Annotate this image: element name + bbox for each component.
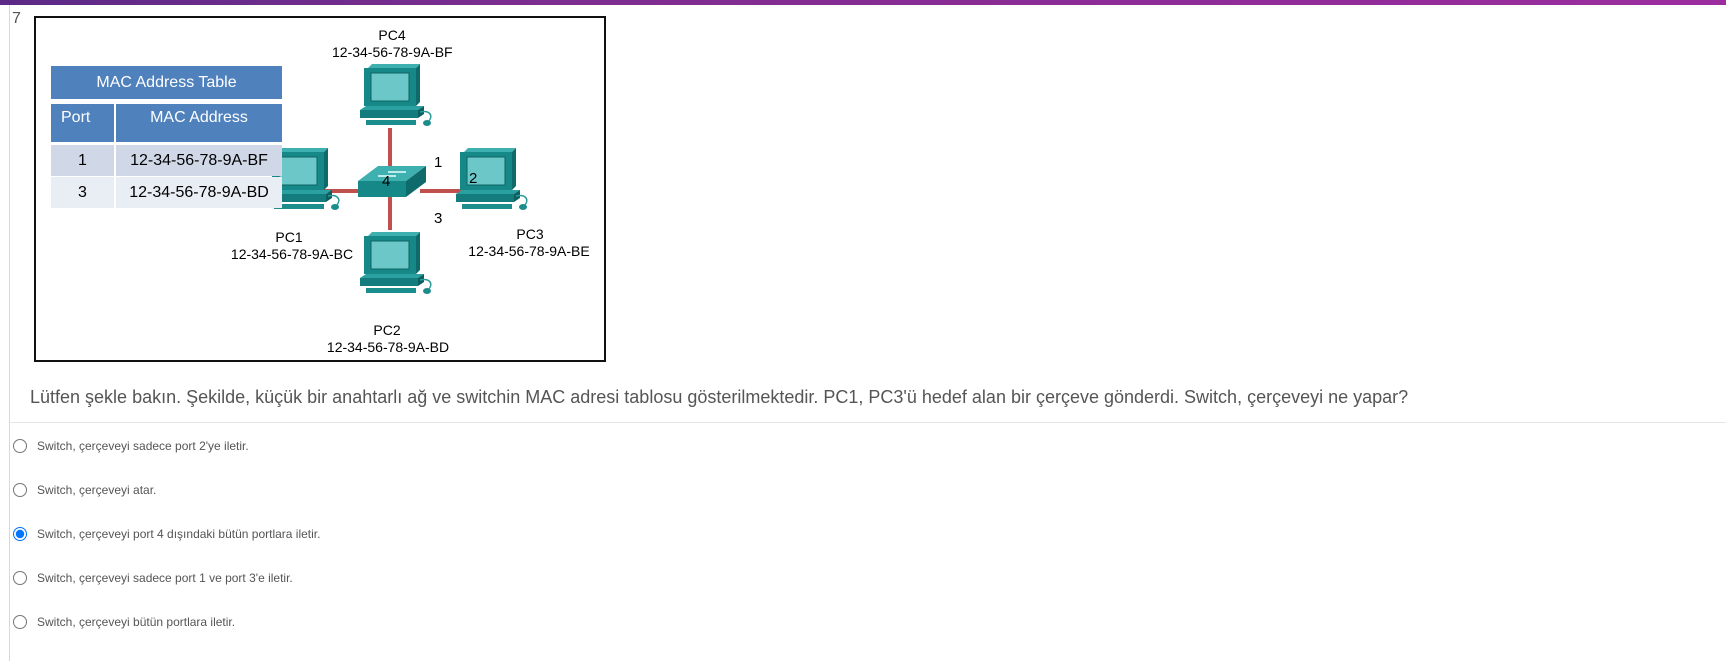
pc1-name: PC1 [275,229,303,245]
pc3-icon [455,147,528,211]
answer-label[interactable]: Switch, çerçeveyi sadece port 2'ye ileti… [37,439,249,453]
answer-option[interactable]: Switch, çerçeveyi bütün portlara iletir. [13,612,235,632]
pc2-mac: 12-34-56-78-9A-BD [326,339,450,355]
pc4-icon [359,63,432,127]
port-label-3: 3 [434,210,443,227]
answer-label[interactable]: Switch, çerçeveyi sadece port 1 ve port … [37,571,293,585]
port-label-2: 2 [469,170,478,187]
port-label-1: 1 [434,154,443,171]
network-figure: MAC Address Table Port MAC Address 1 12-… [34,16,606,362]
answer-option[interactable]: Switch, çerçeveyi atar. [13,480,156,500]
left-border-line [9,5,10,661]
pc1-mac: 12-34-56-78-9A-BC [230,246,354,262]
answer-radio[interactable] [13,615,27,629]
mac-table-title: MAC Address Table [51,66,282,101]
port-label-4: 4 [382,173,391,190]
pc3-mac: 12-34-56-78-9A-BE [468,243,590,259]
answer-radio[interactable] [13,527,27,541]
mac-table-cell-port: 3 [51,177,114,208]
answer-option[interactable]: Switch, çerçeveyi sadece port 2'ye ileti… [13,436,249,456]
answer-radio[interactable] [13,483,27,497]
answer-label[interactable]: Switch, çerçeveyi bütün portlara iletir. [37,615,235,629]
top-accent-bar [0,0,1726,5]
mac-table-cell-port: 1 [51,145,114,176]
pc2-icon [359,231,432,295]
question-text: Lütfen şekle bakın. Şekilde, küçük bir a… [30,387,1409,407]
mac-table-cell-mac: 12-34-56-78-9A-BF [116,145,282,176]
question-number: 7 [12,10,21,27]
answer-radio[interactable] [13,571,27,585]
mac-table-header-port: Port [51,104,114,142]
mac-table-cell-mac: 12-34-56-78-9A-BD [116,177,282,208]
pc2-name: PC2 [373,322,401,338]
pc4-mac: 12-34-56-78-9A-BF [332,44,453,60]
divider [10,422,1726,423]
answer-label[interactable]: Switch, çerçeveyi atar. [37,483,156,497]
pc3-name: PC3 [516,226,544,242]
pc4-name: PC4 [378,27,406,43]
answer-option[interactable]: Switch, çerçeveyi sadece port 1 ve port … [13,568,293,588]
answer-option[interactable]: Switch, çerçeveyi port 4 dışındaki bütün… [13,524,320,544]
answer-label[interactable]: Switch, çerçeveyi port 4 dışındaki bütün… [37,527,320,541]
answer-radio[interactable] [13,439,27,453]
switch-icon [358,166,426,197]
mac-table-header-mac: MAC Address [116,104,282,142]
